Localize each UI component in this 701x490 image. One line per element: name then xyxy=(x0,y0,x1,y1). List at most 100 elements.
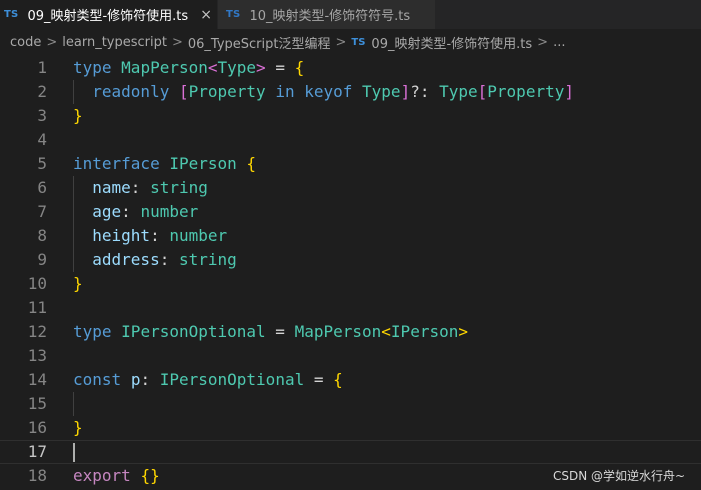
code-line[interactable]: 11 xyxy=(0,296,701,320)
code-text: export {} xyxy=(73,464,160,488)
code-line[interactable]: 7 age: number xyxy=(0,200,701,224)
breadcrumb-item-folder[interactable]: 06_TypeScript泛型编程 xyxy=(188,33,331,52)
code-token: : xyxy=(121,202,141,221)
code-line[interactable]: 13 xyxy=(0,344,701,368)
code-token: keyof xyxy=(304,82,353,101)
line-number: 16 xyxy=(27,418,47,437)
code-line[interactable]: 17 xyxy=(0,440,701,464)
typescript-file-icon: TS xyxy=(351,37,366,48)
code-token: export xyxy=(73,466,131,485)
code-token: = xyxy=(304,370,334,389)
typescript-file-icon: TS xyxy=(226,9,241,20)
code-editor[interactable]: 1 type MapPerson<Type> = {2 readonly [Pro… xyxy=(0,56,701,490)
code-text: } xyxy=(73,416,83,440)
code-text: interface IPerson { xyxy=(73,152,256,176)
code-token: age xyxy=(92,202,122,221)
code-token: type xyxy=(73,58,112,77)
code-text: type IPersonOptional = MapPerson<IPerson… xyxy=(73,320,468,344)
code-token: = xyxy=(265,322,295,341)
code-line[interactable]: 6 name: string xyxy=(0,176,701,200)
code-line[interactable]: 16} xyxy=(0,416,701,440)
tab-10-mapped-type-modifier-symbols[interactable]: TS 10_映射类型-修饰符符号.ts xyxy=(217,0,435,29)
code-text: name: string xyxy=(73,176,208,200)
code-token: } xyxy=(73,418,83,437)
code-token: string xyxy=(150,178,208,197)
code-text: age: number xyxy=(73,200,198,224)
code-line[interactable]: 10} xyxy=(0,272,701,296)
indent-guide xyxy=(73,176,74,272)
chevron-right-icon: > xyxy=(537,35,549,50)
line-number: 18 xyxy=(27,466,47,485)
chevron-right-icon: > xyxy=(335,35,347,50)
code-token: = xyxy=(265,58,295,77)
breadcrumb: code > learn_typescript > 06_TypeScript泛… xyxy=(0,29,701,56)
breadcrumb-item-symbols[interactable]: ... xyxy=(553,35,565,50)
code-line[interactable]: 2 readonly [Property in keyof Type]?: Ty… xyxy=(0,80,701,104)
code-line[interactable]: 5 interface IPerson { xyxy=(0,152,701,176)
code-token: const xyxy=(73,370,122,389)
code-token: string xyxy=(178,250,237,269)
code-token: Type xyxy=(217,58,257,77)
code-text: type MapPerson<Type> = { xyxy=(73,56,304,80)
code-line[interactable]: 1 type MapPerson<Type> = { xyxy=(0,56,701,80)
line-number: 2 xyxy=(37,82,47,101)
code-token: height xyxy=(92,226,151,245)
code-line[interactable]: 4 xyxy=(0,128,701,152)
line-number: 4 xyxy=(37,130,47,149)
breadcrumb-item-learn-typescript[interactable]: learn_typescript xyxy=(62,35,167,50)
code-token: ?: xyxy=(410,82,440,101)
tab-09-mapped-type-modifiers[interactable]: TS 09_映射类型-修饰符使用.ts × xyxy=(0,0,217,29)
code-token: {} xyxy=(140,466,160,485)
code-token: IPerson xyxy=(169,154,237,173)
code-token: MapPerson xyxy=(121,58,208,77)
code-token: IPerson xyxy=(390,322,459,341)
code-token: : xyxy=(130,178,151,197)
chevron-right-icon: > xyxy=(46,35,58,50)
code-token: > xyxy=(256,58,266,77)
code-token: } xyxy=(73,274,83,293)
line-number: 7 xyxy=(37,202,47,221)
code-line[interactable]: 3} xyxy=(0,104,701,128)
code-text: readonly [Property in keyof Type]?: Type… xyxy=(73,80,574,104)
line-number: 8 xyxy=(37,226,47,245)
breadcrumb-item-file[interactable]: 09_映射类型-修饰符使用.ts xyxy=(371,33,532,52)
line-number: 3 xyxy=(37,106,47,125)
code-token: name xyxy=(92,178,131,197)
close-icon[interactable]: × xyxy=(200,7,212,23)
indent-guide xyxy=(73,392,74,416)
code-text: const p: IPersonOptional = { xyxy=(73,368,343,392)
code-token: : xyxy=(159,250,179,269)
line-number: 9 xyxy=(37,250,47,269)
chevron-right-icon: > xyxy=(171,35,183,50)
code-token: Type xyxy=(362,82,401,101)
code-line[interactable]: 15 xyxy=(0,392,701,416)
code-line[interactable]: 9 address: string xyxy=(0,248,701,272)
breadcrumb-item-code[interactable]: code xyxy=(10,35,41,50)
code-token: p xyxy=(130,370,141,389)
tab-bar: TS 09_映射类型-修饰符使用.ts × TS 10_映射类型-修饰符符号.t… xyxy=(0,0,701,29)
code-token: [ xyxy=(477,82,488,101)
indent-guide xyxy=(73,80,74,104)
line-number: 13 xyxy=(27,346,47,365)
typescript-file-icon: TS xyxy=(4,9,19,20)
code-token: type xyxy=(73,322,112,341)
code-token: { xyxy=(246,154,257,173)
code-line[interactable]: 12 type IPersonOptional = MapPerson<IPers… xyxy=(0,320,701,344)
code-token: IPersonOptional xyxy=(121,322,266,341)
code-token: IPersonOptional xyxy=(159,370,305,389)
code-line[interactable]: 14 const p: IPersonOptional = { xyxy=(0,368,701,392)
code-token: < xyxy=(207,58,218,77)
code-line[interactable]: 8 height: number xyxy=(0,224,701,248)
code-text: } xyxy=(73,104,83,128)
code-token: readonly xyxy=(92,82,170,101)
